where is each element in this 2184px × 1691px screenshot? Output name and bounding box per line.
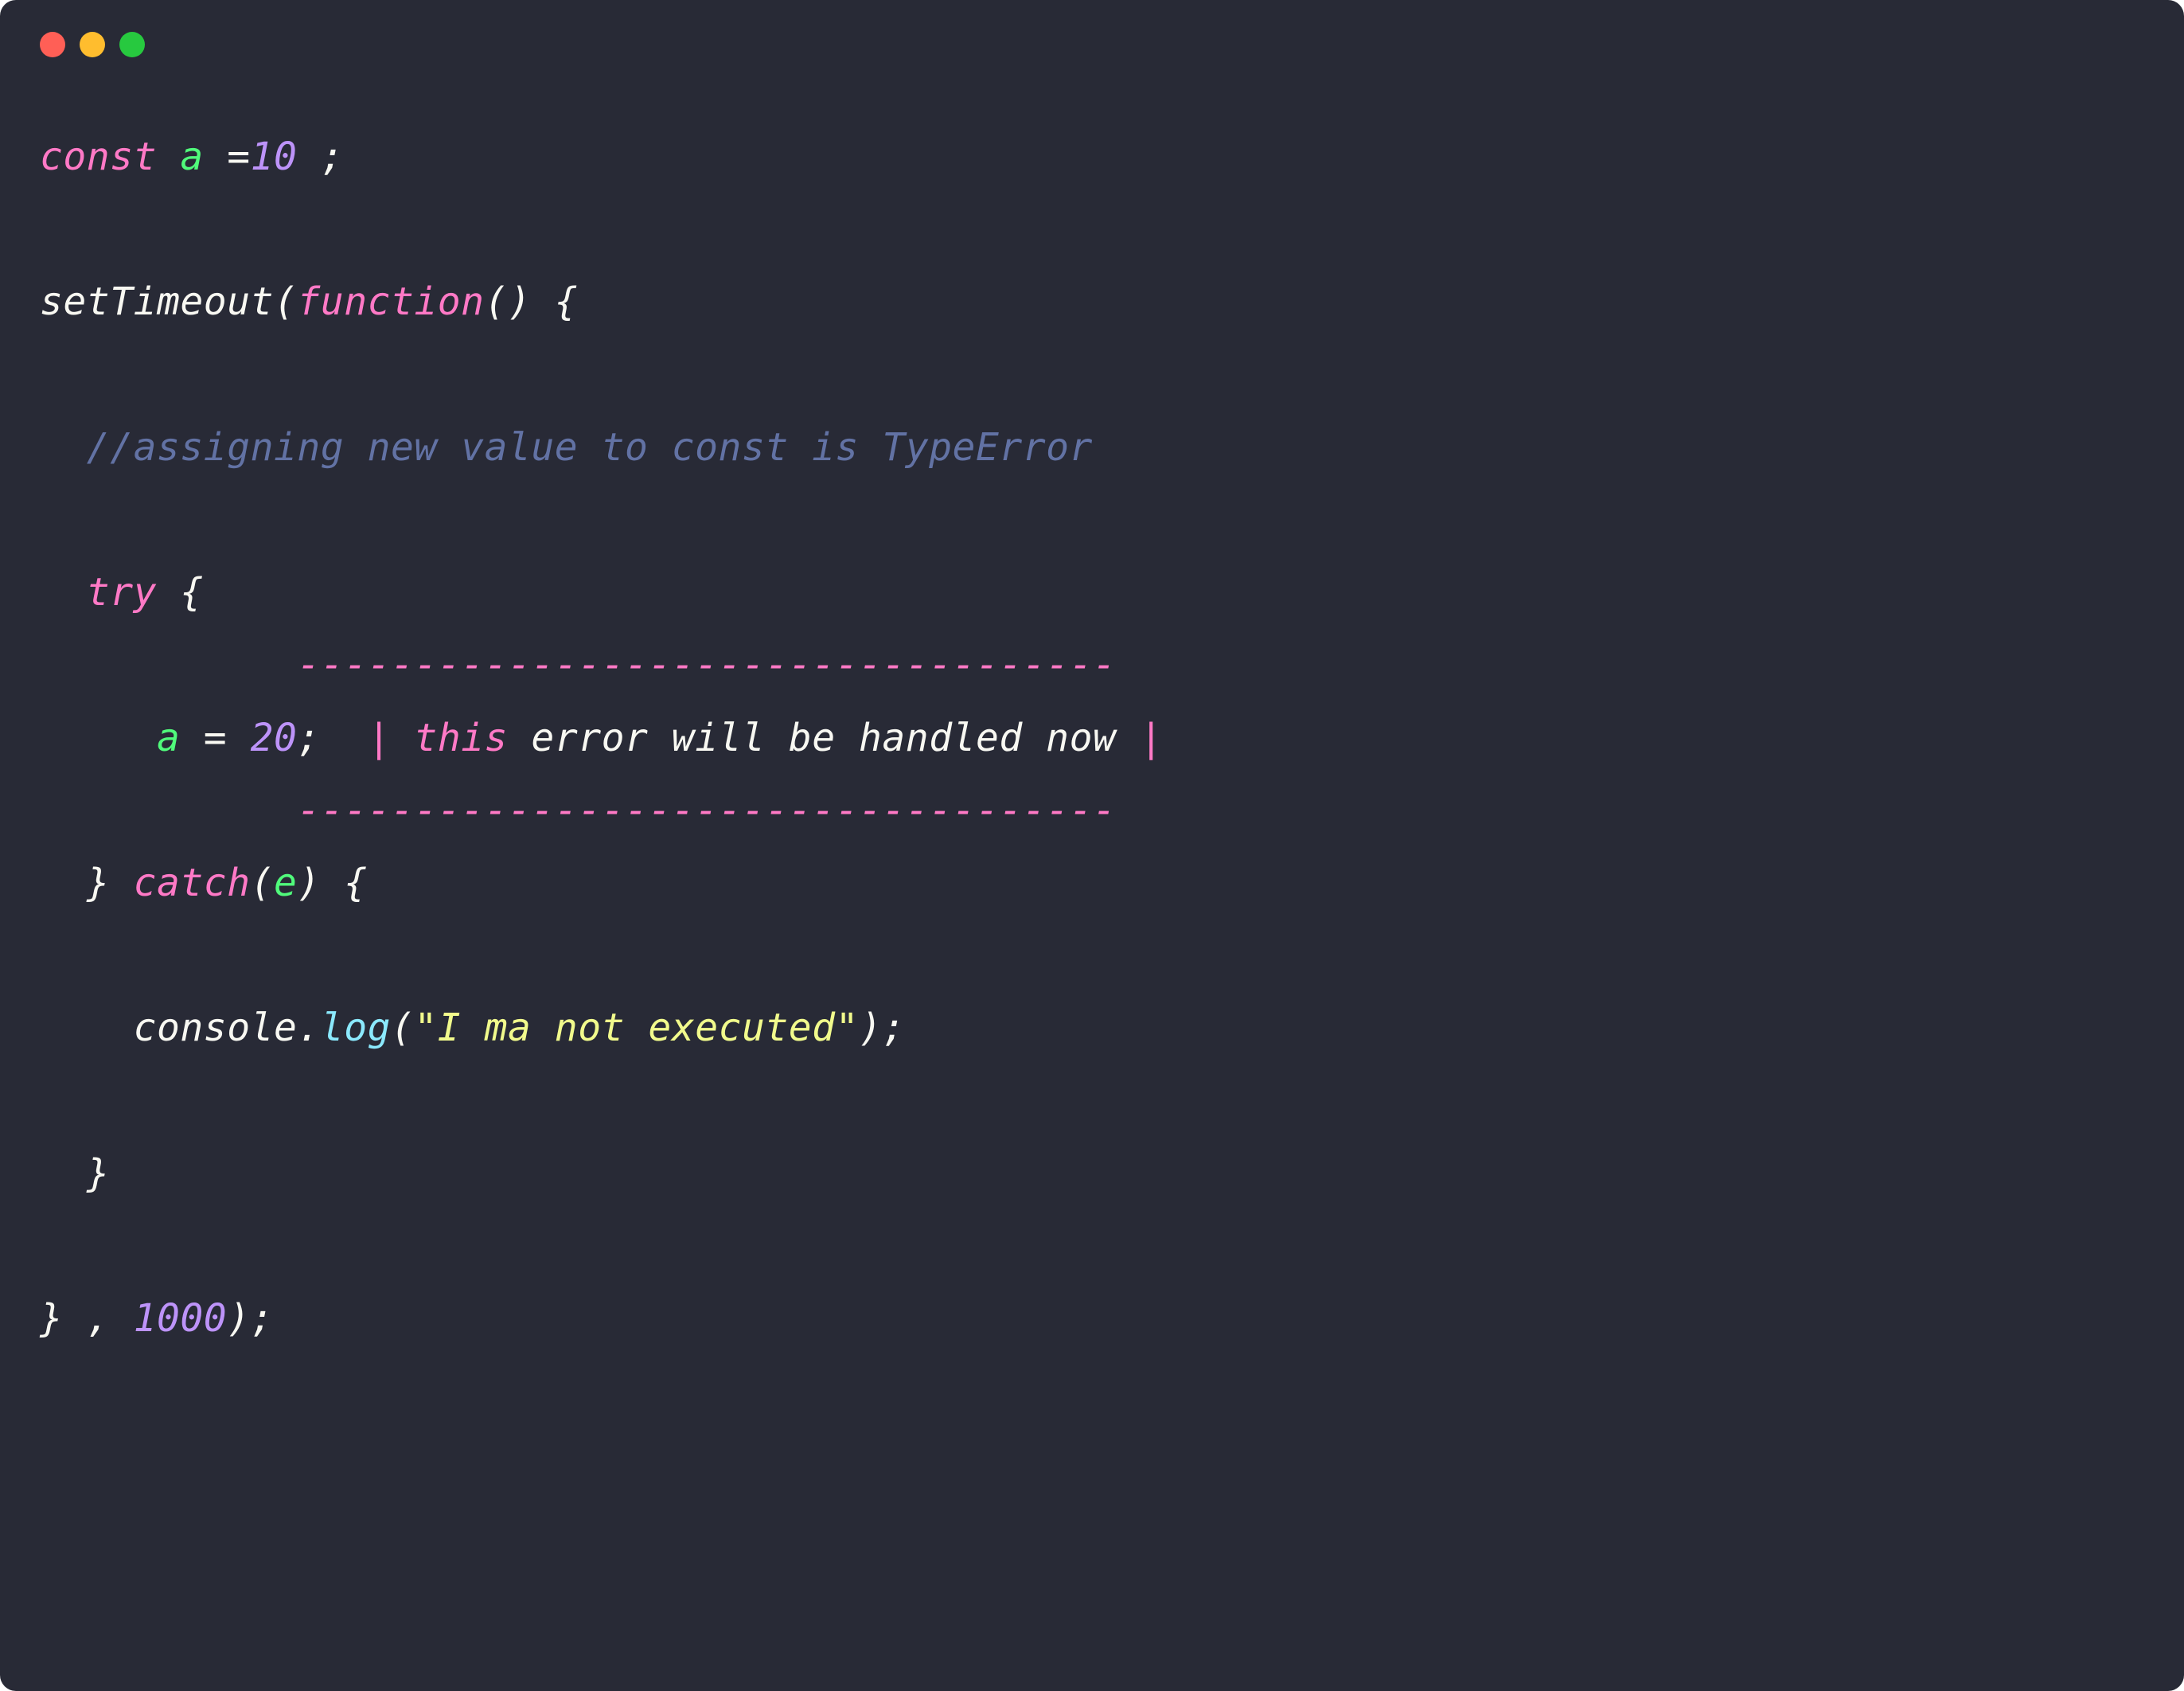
brace: {	[531, 279, 578, 324]
comment-line: //assigning new value to const is TypeEr…	[87, 425, 1093, 470]
lparen: (	[391, 1006, 414, 1050]
number-1000: 1000	[134, 1296, 228, 1341]
variable-a: a	[157, 716, 180, 760]
brace: {	[321, 861, 368, 905]
comma: ,	[63, 1296, 133, 1341]
semicolon: ;	[297, 716, 320, 760]
window-titlebar	[0, 0, 2184, 73]
rbrace: }	[87, 861, 110, 905]
zoom-icon[interactable]	[119, 32, 145, 57]
object-console: console	[134, 1006, 298, 1050]
dot: .	[297, 1006, 320, 1050]
keyword-this: this	[414, 716, 508, 760]
annotation-pipe: |	[1140, 716, 1163, 760]
string-literal: "I ma not executed"	[414, 1006, 859, 1050]
code-editor[interactable]: const a =10 ; setTimeout(function() { //…	[0, 73, 2184, 1395]
rparen: );	[859, 1006, 906, 1050]
annotation-dashes-top: -----------------------------------	[297, 642, 1116, 687]
variable-a: a	[180, 135, 203, 179]
minimize-icon[interactable]	[80, 32, 105, 57]
lparen: (	[251, 861, 274, 905]
annotation-pipe: |	[368, 716, 391, 760]
annotation-dashes-bottom: -----------------------------------	[297, 788, 1116, 833]
operator-eq: =	[180, 716, 250, 760]
code-window: const a =10 ; setTimeout(function() { //…	[0, 0, 2184, 1691]
close-icon[interactable]	[40, 32, 65, 57]
parens: ()	[485, 279, 532, 324]
keyword-try: try	[87, 570, 157, 615]
keyword-catch: catch	[110, 861, 250, 905]
param-e: e	[274, 861, 297, 905]
method-log: log	[321, 1006, 391, 1050]
lparen: (	[274, 279, 297, 324]
annotation-text: error will be handled now	[508, 716, 1140, 760]
rbrace: }	[40, 1296, 63, 1341]
number-10: 10	[251, 135, 298, 179]
semicolon: ;	[297, 135, 344, 179]
keyword-function: function	[297, 279, 484, 324]
operator-eq: =	[227, 135, 250, 179]
rparen: )	[297, 861, 320, 905]
brace: {	[157, 570, 204, 615]
rparen: );	[227, 1296, 274, 1341]
keyword-const: const	[40, 135, 157, 179]
number-20: 20	[251, 716, 298, 760]
rbrace: }	[87, 1151, 110, 1196]
call-settimeout: setTimeout	[40, 279, 274, 324]
